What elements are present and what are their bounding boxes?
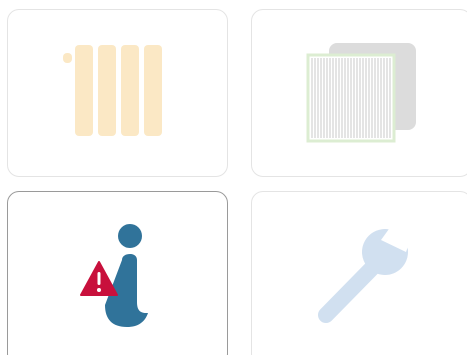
filter-tile[interactable]: [251, 9, 467, 177]
menu-tile-grid: [0, 0, 467, 355]
air-filter-icon: [306, 43, 416, 143]
heating-tile[interactable]: [7, 9, 228, 177]
wrench-icon: [318, 222, 417, 323]
info-tile[interactable]: [7, 191, 228, 355]
service-tile[interactable]: [251, 191, 467, 355]
info-warning-icon: [80, 224, 148, 327]
radiator-icon: [63, 45, 162, 136]
